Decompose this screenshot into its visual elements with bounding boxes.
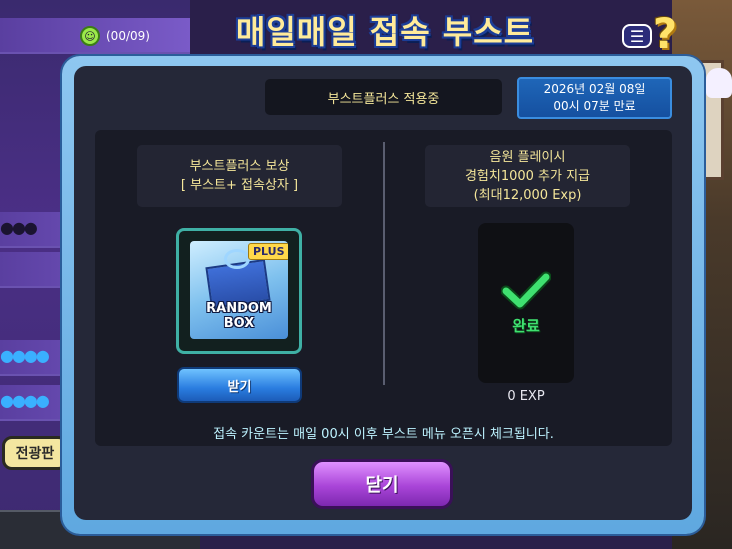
gift-bow-shape: [224, 249, 250, 269]
close-button[interactable]: 닫기: [311, 459, 453, 509]
panel-divider: [383, 142, 385, 385]
plus-badge: PLUS: [248, 243, 288, 260]
reward-title-box: 부스트플러스 보상 [ 부스트+ 접속상자 ]: [137, 145, 342, 207]
random-box-icon: PLUS RANDOM BOX: [190, 241, 288, 339]
background-board-button[interactable]: 전광판: [2, 436, 68, 470]
random-box-name: RANDOM: [206, 301, 272, 316]
expiry-time: 00시 07분 만료: [553, 99, 636, 113]
exp-value: 0 EXP: [507, 389, 545, 404]
dialog-title: 매일매일 접속 부스트: [235, 13, 535, 51]
complete-label: 완료: [512, 316, 540, 335]
boost-expiry-box: 2026년 02월 08일 00시 07분 만료: [517, 77, 672, 119]
exp-status-box: 완료: [478, 223, 574, 383]
exp-bonus-title-box: 음원 플레이시 경험치1000 추가 지급 (최대12,000 Exp): [425, 145, 630, 207]
reward-title: 부스트플러스 보상: [189, 159, 290, 174]
info-note: 접속 카운트는 매일 00시 이후 부스트 메뉴 오픈시 체크됩니다.: [213, 427, 554, 442]
help-button[interactable]: ?: [645, 8, 685, 58]
exp-bonus-title: 음원 플레이시: [489, 149, 566, 165]
receive-button[interactable]: 받기: [177, 367, 302, 403]
random-box-label: RANDOM BOX: [192, 301, 286, 331]
ghost-character-icon: [706, 68, 732, 98]
checkmark-icon: [501, 271, 551, 309]
background-counter-row: ☺ (00/09): [80, 26, 150, 46]
smiley-icon: ☺: [80, 26, 100, 46]
random-box-subname: BOX: [223, 316, 255, 331]
exp-bonus-max: (최대12,000 Exp): [473, 187, 582, 203]
expiry-date: 2026년 02월 08일: [543, 82, 646, 96]
boost-status-label: 부스트플러스 적용중: [265, 79, 502, 115]
reward-subtitle: [ 부스트+ 접속상자 ]: [180, 178, 299, 193]
background-counter: (00/09): [106, 29, 150, 43]
exp-bonus-amount: 경험치1000 추가 지급: [464, 168, 591, 184]
